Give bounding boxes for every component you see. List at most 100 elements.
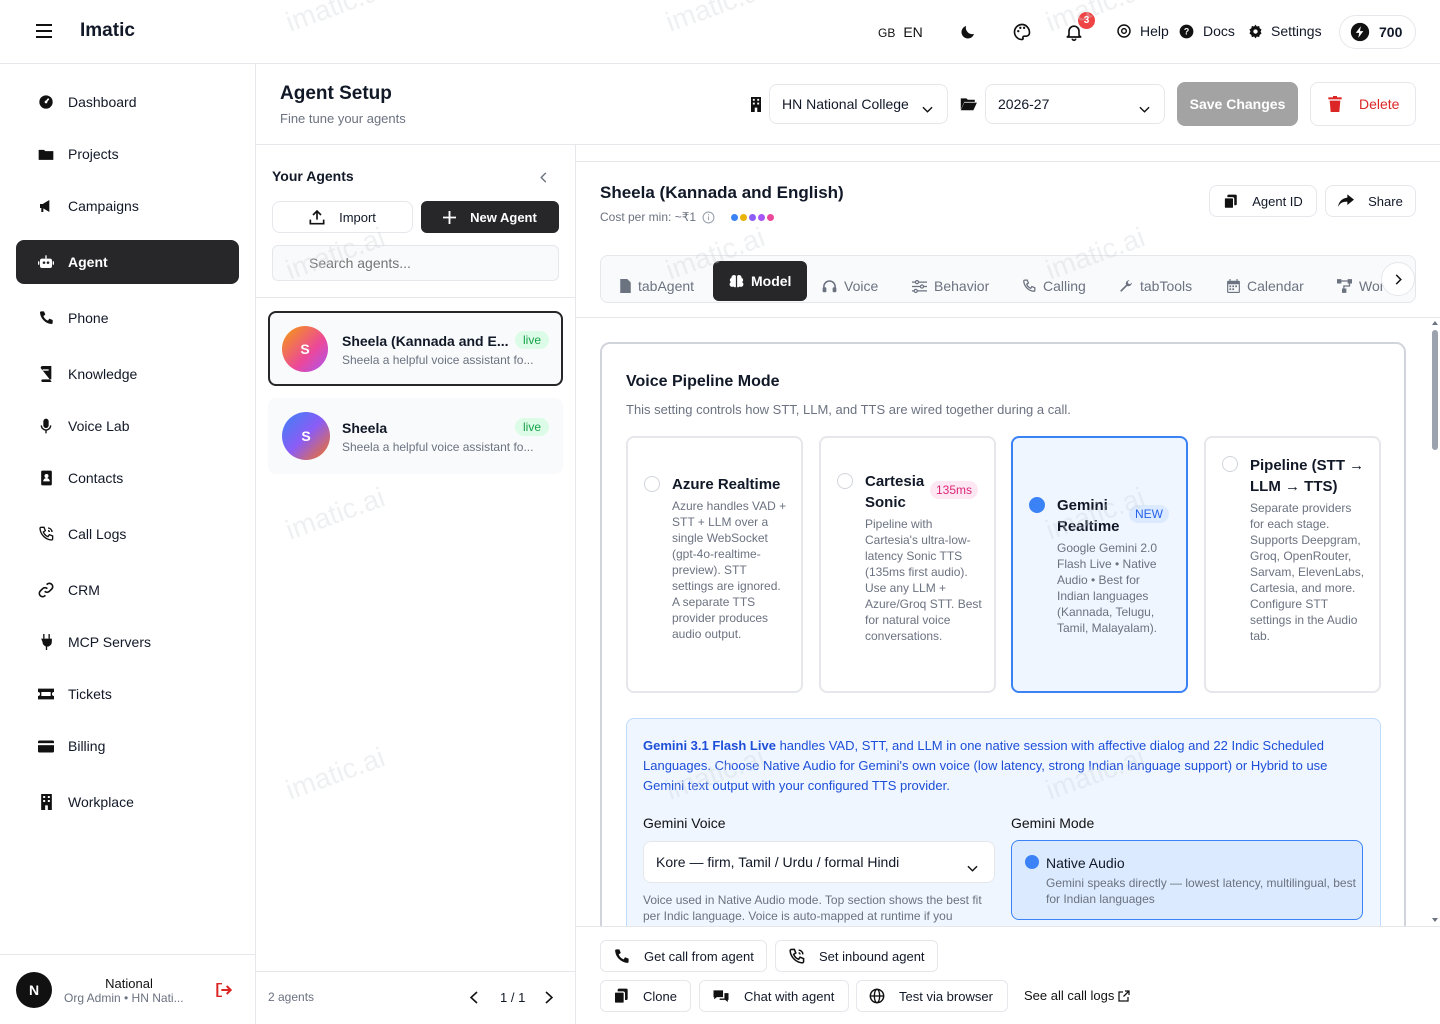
tab-workflow[interactable]: Wor	[1337, 266, 1384, 302]
ticket-icon	[38, 686, 54, 702]
import-button[interactable]: Import	[272, 201, 413, 233]
pipeline-option-stt-llm-tts[interactable]: Pipeline (STT → LLM → TTS) Separate prov…	[1204, 436, 1381, 693]
copy-icon	[1223, 194, 1238, 209]
get-call-button[interactable]: Get call from agent	[600, 940, 767, 972]
tab-behavior[interactable]: Behavior	[912, 266, 989, 302]
collapse-panel-icon[interactable]	[540, 170, 547, 186]
sidebar-item-billing[interactable]: Billing	[16, 724, 239, 768]
language-switcher[interactable]: GB EN	[878, 24, 923, 40]
option-title: Pipeline (STT → LLM → TTS)	[1250, 457, 1365, 495]
sidebar-item-call-logs[interactable]: Call Logs	[16, 512, 239, 556]
test-label: Test via browser	[899, 988, 993, 1004]
moon-icon[interactable]	[959, 23, 977, 44]
scrollbar-thumb[interactable]	[1432, 330, 1438, 450]
app-name: Imatic	[80, 20, 135, 41]
agent-description: Sheela a helpful voice assistant fo...	[342, 353, 534, 367]
tab-model[interactable]: Model	[713, 261, 808, 301]
info-icon[interactable]	[702, 211, 715, 224]
agent-card[interactable]: S Sheela (Kannada and E... live Sheela a…	[268, 311, 563, 386]
logout-icon[interactable]	[216, 982, 233, 1000]
scrollbar[interactable]	[1430, 318, 1440, 926]
gemini-mode-option-native-audio[interactable]: Native Audio Gemini speaks directly — lo…	[1011, 840, 1363, 920]
help-link[interactable]: Help	[1116, 23, 1169, 39]
sidebar-item-projects[interactable]: Projects	[16, 132, 239, 176]
search-agents-input[interactable]	[272, 245, 559, 281]
gemini-voice-select[interactable]: Kore — firm, Tamil / Urdu / formal Hindi	[643, 841, 995, 883]
radio-button-selected[interactable]	[1029, 497, 1045, 513]
tab-calling[interactable]: Calling	[1022, 266, 1086, 302]
next-page-icon[interactable]	[545, 991, 554, 1007]
sidebar-item-tickets[interactable]: Tickets	[16, 672, 239, 716]
pipeline-option-azure-realtime[interactable]: Azure Realtime Azure handles VAD + STT +…	[626, 436, 803, 693]
pipeline-option-cartesia-sonic[interactable]: Cartesia Sonic 135ms Pipeline with Carte…	[819, 436, 996, 693]
sidebar-item-label: Projects	[68, 146, 119, 162]
radio-button[interactable]	[644, 476, 660, 492]
tab-calendar[interactable]: Calendar	[1227, 266, 1304, 302]
delete-button[interactable]: Delete	[1310, 82, 1416, 126]
agent-card[interactable]: S Sheela live Sheela a helpful voice ass…	[268, 398, 563, 474]
gemini-info-text: Gemini 3.1 Flash Live handles VAD, STT, …	[643, 736, 1365, 796]
test-via-browser-button[interactable]: Test via browser	[856, 980, 1008, 1012]
credits-button[interactable]: 700	[1339, 15, 1416, 49]
radio-button-selected[interactable]	[1025, 855, 1039, 869]
sidebar-item-crm[interactable]: CRM	[16, 568, 239, 612]
agent-id-button[interactable]: Agent ID	[1209, 185, 1317, 217]
new-agent-button[interactable]: New Agent	[421, 201, 559, 233]
tab-tools[interactable]: tabTools	[1119, 266, 1192, 302]
organization-select[interactable]: HN National College	[769, 84, 948, 124]
menu-icon[interactable]	[36, 24, 52, 38]
folder-open-icon	[960, 97, 977, 114]
scroll-down-arrow[interactable]	[1432, 918, 1438, 922]
save-changes-button[interactable]: Save Changes	[1177, 82, 1298, 126]
clone-button[interactable]: Clone	[600, 980, 691, 1012]
tab-agent[interactable]: tabAgent	[620, 266, 694, 302]
see-call-logs-link[interactable]: See all call logs	[1024, 988, 1130, 1003]
headphones-icon	[822, 279, 837, 293]
palette-icon[interactable]	[1012, 22, 1032, 45]
sidebar-item-label: Knowledge	[68, 366, 138, 382]
prev-page-icon[interactable]	[469, 991, 478, 1007]
wrench-icon	[1119, 279, 1133, 293]
radio-button[interactable]	[837, 473, 853, 489]
settings-link[interactable]: Settings	[1248, 23, 1322, 39]
section-description: This setting controls how STT, LLM, and …	[626, 402, 1071, 417]
user-name: National	[105, 976, 153, 991]
year-value: 2026-27	[998, 96, 1050, 112]
avatar[interactable]: N	[16, 972, 52, 1008]
settings-label: Settings	[1271, 23, 1322, 39]
scroll-up-arrow[interactable]	[1432, 321, 1438, 325]
option-description: Azure handles VAD + STT + LLM over a sin…	[672, 499, 787, 641]
sidebar-item-contacts[interactable]: Contacts	[16, 456, 239, 500]
page-subtitle: Fine tune your agents	[280, 111, 406, 126]
tab-voice[interactable]: Voice	[822, 266, 878, 302]
share-label: Share	[1368, 193, 1403, 209]
sidebar-item-campaigns[interactable]: Campaigns	[16, 184, 239, 228]
tab-label: Model	[751, 273, 792, 289]
sidebar-item-mcp-servers[interactable]: MCP Servers	[16, 620, 239, 664]
phone-icon	[613, 948, 630, 965]
pipeline-option-gemini-realtime[interactable]: Gemini Realtime NEW Google Gemini 2.0 Fl…	[1011, 436, 1188, 693]
scroll-tabs-right-button[interactable]	[1381, 262, 1415, 296]
sidebar-item-label: Billing	[68, 738, 106, 754]
sidebar-item-knowledge[interactable]: Knowledge	[16, 352, 239, 396]
building-icon	[38, 794, 54, 810]
sidebar-item-agent[interactable]: Agent	[16, 240, 239, 284]
year-select[interactable]: 2026-27	[985, 84, 1165, 124]
radio-button[interactable]	[1222, 456, 1238, 472]
tab-label: Calendar	[1247, 278, 1304, 294]
content-scroll-area: Voice Pipeline Mode This setting control…	[576, 318, 1440, 926]
clone-label: Clone	[643, 988, 677, 1004]
chat-with-agent-button[interactable]: Chat with agent	[699, 980, 849, 1012]
share-button[interactable]: Share	[1325, 185, 1416, 217]
sidebar-item-phone[interactable]: Phone	[16, 296, 239, 340]
set-inbound-button[interactable]: Set inbound agent	[775, 940, 938, 972]
upload-icon	[309, 209, 325, 225]
new-agent-label: New Agent	[470, 209, 537, 225]
sidebar-item-workplace[interactable]: Workplace	[16, 780, 239, 824]
divider	[576, 161, 1440, 162]
sidebar-item-dashboard[interactable]: Dashboard	[16, 80, 239, 124]
sidebar-item-voice-lab[interactable]: Voice Lab	[16, 404, 239, 448]
docs-link[interactable]: ? Docs	[1179, 23, 1235, 39]
sidebar-item-label: CRM	[68, 582, 100, 598]
sidebar-item-label: Contacts	[68, 470, 124, 486]
